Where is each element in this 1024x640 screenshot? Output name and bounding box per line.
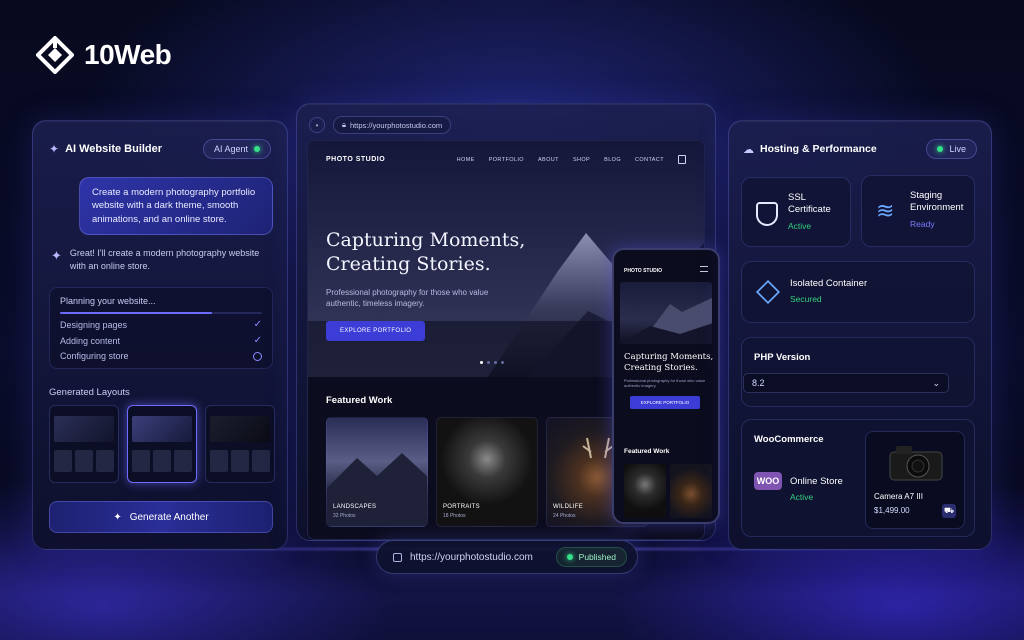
mobile-card-wildlife[interactable] [670,464,712,518]
live-badge[interactable]: Live [926,139,977,159]
sparkle-icon: ✦ [49,142,60,156]
chevron-down-icon: ⌄ [932,377,940,388]
brand-logo[interactable]: 10Web [35,35,172,75]
site-nav: PHOTO STUDIO HOME PORTFOLIO ABOUT SHOP B… [326,155,686,164]
address-field[interactable]: 🔒︎ https://yourphotostudio.com [333,116,452,134]
nav-home[interactable]: HOME [457,157,475,163]
layout-thumbnail-selected[interactable] [127,405,197,483]
planning-progress: Planning your website... Designing pages… [49,287,273,369]
generated-layouts-title: Generated Layouts [49,387,130,398]
brand-name: 10Web [84,39,172,70]
10web-logo-icon [35,35,75,75]
nav-about[interactable]: ABOUT [538,157,559,163]
hosting-panel: ☁︎ Hosting & Performance Live SSL Certif… [728,120,992,550]
featured-cards: LANDSCAPES 32 Photos PORTRAITS 18 Photos… [326,417,648,527]
user-prompt-bubble: Create a modern photography portfolio we… [79,177,273,235]
carousel-dots[interactable] [480,361,504,364]
assistant-reply: ✦ Great! I'll create a modern photograph… [51,247,275,273]
mobile-hero-title: Capturing Moments, Creating Stories. [624,352,714,373]
container-status: Secured [790,294,822,305]
staging-tile[interactable]: ≋ Staging Environment Ready [861,175,975,247]
generate-another-button[interactable]: ✦ Generate Another [49,501,273,533]
lock-icon [393,552,402,562]
nav-portfolio[interactable]: PORTFOLIO [489,157,524,163]
lock-icon: 🔒︎ [342,120,346,129]
hosting-title: ☁︎ Hosting & Performance [743,143,877,156]
sparkle-icon: ✦ [113,511,122,523]
woo-store-name: Online Store [790,476,843,487]
published-badge: Published [555,547,627,567]
cloud-icon: ☁︎ [743,143,754,156]
product-price: $1,499.00 [874,506,910,515]
hero-title: Capturing Moments, Creating Stories. [326,229,526,275]
layers-icon: ≋ [876,198,895,223]
ai-agent-badge[interactable]: AI Agent [202,139,271,159]
browser-url-bar: • 🔒︎ https://yourphotostudio.com [309,116,452,134]
published-url-bar[interactable]: https://yourphotostudio.com Published [376,540,638,574]
live-dot [937,146,944,152]
mobile-hero-image [620,282,712,344]
check-icon: ✓ [253,335,262,346]
plan-step: Configuring store [60,351,262,361]
mobile-featured-title: Featured Work [624,448,670,455]
container-tile[interactable]: Isolated Container Secured [741,261,975,323]
pending-circle-icon [253,351,262,361]
ssl-status: Active [788,220,812,231]
plan-progress-bar [60,312,262,314]
sparkle-icon: ✦ [51,248,62,263]
product-card[interactable]: Camera A7 III $1,499.00 ⛟ [865,431,965,529]
ai-builder-title: ✦ AI Website Builder [49,142,163,156]
plan-title: Planning your website... [60,296,156,306]
mobile-explore-button[interactable]: EXPLORE PORTFOLIO [630,396,700,409]
menu-icon[interactable] [700,266,708,272]
mobile-brand: PHOTO STUDIO [624,268,662,274]
card-portraits[interactable]: PORTRAITS 18 Photos [436,417,538,527]
plan-step: Adding content ✓ [60,335,262,346]
layout-thumbnails [49,405,275,483]
layout-thumbnail[interactable] [49,405,119,483]
status-dot [254,146,260,152]
published-dot [566,554,573,560]
ssl-tile[interactable]: SSL Certificate Active [741,177,851,247]
woocommerce-logo-icon: WOO [754,472,782,490]
php-title: PHP Version [754,352,811,363]
php-version-select[interactable]: 8.2 ⌄ [743,373,949,393]
browser-nav-icon[interactable]: • [309,117,325,133]
php-tile: PHP Version [741,337,975,407]
mobile-hero-text: Professional photography for those who v… [624,378,706,389]
cube-icon [755,279,781,305]
mobile-preview: PHOTO STUDIO Capturing Moments, Creating… [612,248,720,524]
site-brand[interactable]: PHOTO STUDIO [326,156,385,163]
check-icon: ✓ [253,319,262,330]
add-to-cart-icon[interactable]: ⛟ [942,504,956,518]
product-name: Camera A7 III [874,492,923,501]
nav-shop[interactable]: SHOP [573,157,590,163]
layout-thumbnail[interactable] [205,405,275,483]
camera-icon [889,446,943,481]
cart-icon[interactable] [678,155,686,164]
card-landscapes[interactable]: LANDSCAPES 32 Photos [326,417,428,527]
featured-work-title: Featured Work [326,395,393,406]
ai-builder-panel: ✦ AI Website Builder AI Agent Create a m… [32,120,288,550]
explore-portfolio-button[interactable]: EXPLORE PORTFOLIO [326,321,426,341]
woo-title: WooCommerce [754,434,824,445]
hero-text: Professional photography for those who v… [326,288,489,309]
staging-status: Ready [910,218,935,229]
mobile-card-portrait[interactable] [624,464,666,518]
nav-contact[interactable]: CONTACT [635,157,664,163]
mobile-cards [624,464,712,518]
nav-blog[interactable]: BLOG [604,157,621,163]
plan-step: Designing pages ✓ [60,319,262,330]
shield-lock-icon [756,202,778,226]
woo-status: Active [790,492,814,503]
published-url[interactable]: https://yourphotostudio.com [410,552,533,563]
